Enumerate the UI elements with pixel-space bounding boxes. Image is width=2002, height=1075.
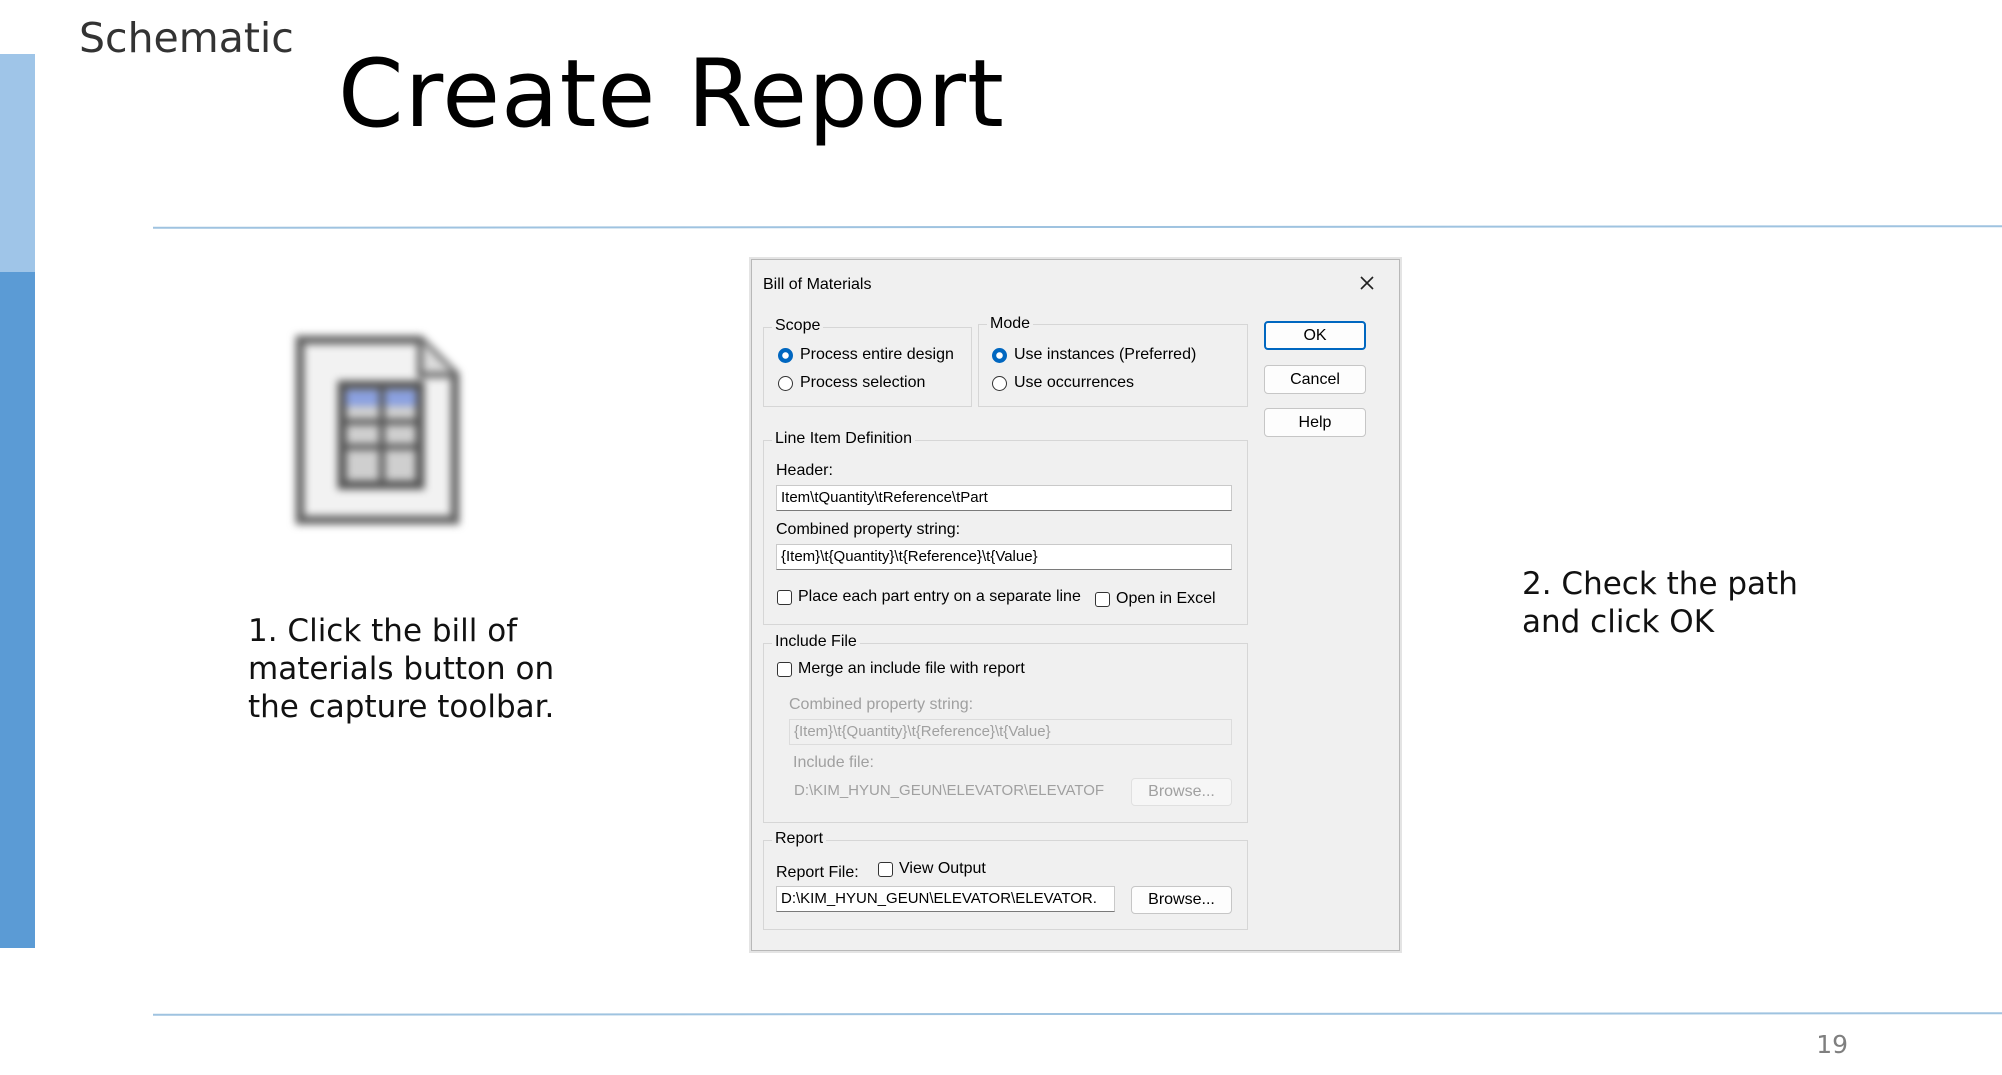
- step-2-line: and click OK: [1522, 604, 1715, 640]
- mode-legend: Mode: [987, 315, 1034, 333]
- step-1-note: 1. Click the bill of materials button on…: [248, 612, 554, 726]
- step-1-line: the capture toolbar.: [248, 689, 555, 725]
- include-combined-input: {Item}\t{Quantity}\t{Reference}\t{Value}: [789, 719, 1232, 745]
- header-input[interactable]: Item\tQuantity\tReference\tPart: [776, 485, 1232, 511]
- include-browse-button: Browse...: [1131, 778, 1232, 806]
- step-2-note: 2. Check the path and click OK: [1522, 565, 1798, 641]
- slide-title: Create Report: [338, 40, 1005, 149]
- cancel-button[interactable]: Cancel: [1264, 365, 1366, 394]
- merge-include-checkbox[interactable]: [777, 662, 792, 677]
- bill-of-materials-icon[interactable]: [290, 330, 480, 540]
- mode-option-label: Use instances (Preferred): [1014, 346, 1197, 363]
- accent-bar-dark: [0, 272, 35, 948]
- radio-process-entire-design[interactable]: [778, 348, 793, 363]
- report-group: [763, 840, 1248, 930]
- top-divider: [152, 225, 2002, 229]
- header-label: Header:: [776, 462, 833, 479]
- radio-use-occurrences[interactable]: [992, 376, 1007, 391]
- merge-include-label: Merge an include file with report: [798, 660, 1025, 677]
- separate-line-label: Place each part entry on a separate line: [798, 588, 1081, 605]
- include-combined-label: Combined property string:: [789, 696, 974, 713]
- page-number: 19: [1816, 1030, 1848, 1059]
- mode-option-label: Use occurrences: [1014, 374, 1135, 391]
- combined-property-input[interactable]: {Item}\t{Quantity}\t{Reference}\t{Value}: [776, 544, 1232, 570]
- section-label: Schematic: [79, 14, 294, 62]
- dialog-title: Bill of Materials: [763, 276, 872, 293]
- report-legend: Report: [772, 830, 827, 848]
- step-1-line: 1. Click the bill of: [248, 613, 518, 649]
- include-file-label: Include file:: [793, 754, 874, 771]
- view-output-label: View Output: [899, 860, 986, 877]
- scope-group: [763, 327, 972, 407]
- combined-property-label: Combined property string:: [776, 521, 961, 538]
- bill-of-materials-dialog: Bill of Materials Scope Process entire d…: [751, 259, 1400, 951]
- scope-option-label: Process selection: [800, 374, 926, 391]
- step-1-line: materials button on: [248, 651, 555, 687]
- radio-process-selection[interactable]: [778, 376, 793, 391]
- line-item-legend: Line Item Definition: [772, 430, 915, 448]
- include-file-legend: Include File: [772, 633, 860, 651]
- scope-option-label: Process entire design: [800, 346, 954, 363]
- bottom-divider: [152, 1012, 2002, 1016]
- open-in-excel-label: Open in Excel: [1116, 590, 1216, 607]
- view-output-checkbox[interactable]: [878, 862, 893, 877]
- open-in-excel-checkbox[interactable]: [1095, 592, 1110, 607]
- ok-button[interactable]: OK: [1264, 321, 1366, 350]
- scope-legend: Scope: [772, 317, 824, 335]
- separate-line-checkbox[interactable]: [777, 590, 792, 605]
- mode-group: [978, 324, 1248, 407]
- include-file-input: D:\KIM_HYUN_GEUN\ELEVATOR\ELEVATOF: [794, 782, 1105, 799]
- accent-bar-light: [0, 54, 35, 272]
- step-2-line: 2. Check the path: [1522, 566, 1798, 602]
- report-file-label: Report File:: [776, 864, 859, 881]
- radio-use-instances[interactable]: [992, 348, 1007, 363]
- report-browse-button[interactable]: Browse...: [1131, 886, 1232, 914]
- help-button[interactable]: Help: [1264, 408, 1366, 437]
- report-file-input[interactable]: D:\KIM_HYUN_GEUN\ELEVATOR\ELEVATOR.: [776, 886, 1115, 912]
- close-icon[interactable]: [1356, 272, 1378, 294]
